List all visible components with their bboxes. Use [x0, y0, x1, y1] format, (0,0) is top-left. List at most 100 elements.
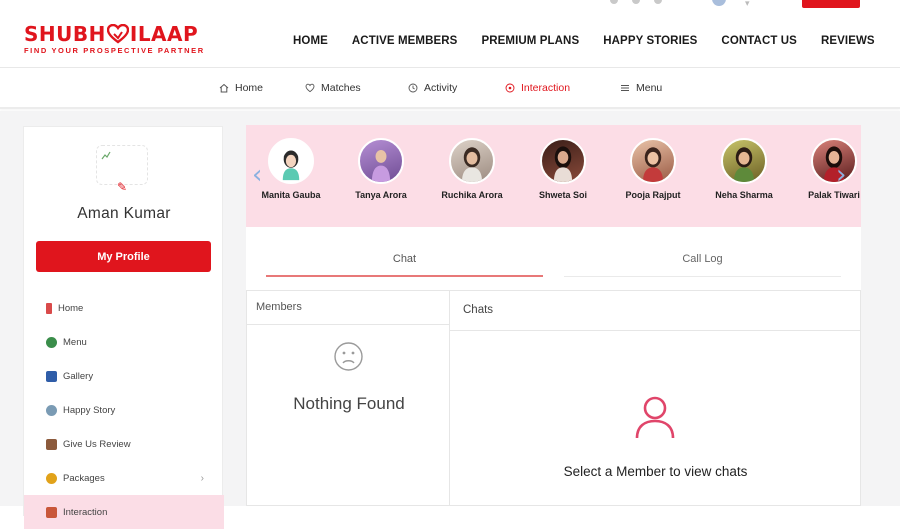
sidebar-item-happy-story[interactable]: Happy Story [24, 393, 224, 427]
secondary-nav: Home Matches Activity Interaction Menu [0, 69, 900, 109]
user-account-icon[interactable] [712, 0, 726, 6]
chats-panel: Chats Select a Member to view chats [450, 290, 861, 506]
member-photo-figure [553, 146, 573, 182]
activity-icon [408, 83, 418, 93]
sidebar-item-label: Home [58, 302, 84, 314]
carousel-member[interactable]: Ruchika Arora [427, 138, 517, 200]
main-header: SHUBH ILAAP FIND YOUR PROSPECTIVE PARTNE… [0, 14, 900, 68]
nav-premium-plans[interactable]: PREMIUM PLANS [481, 35, 579, 47]
nav-happy-stories[interactable]: HAPPY STORIES [603, 35, 697, 47]
social-icon[interactable] [610, 0, 618, 4]
member-avatar-illustration [270, 140, 312, 182]
subnav-label: Menu [636, 82, 663, 94]
subnav-home[interactable]: Home [219, 82, 263, 94]
chat-section: Chat Call Log Members Nothing Found Chat… [246, 227, 861, 506]
empty-chats-text: Select a Member to view chats [563, 464, 748, 479]
sidebar-item-label: Menu [63, 336, 87, 348]
user-name: Aman Kumar [77, 205, 171, 222]
tab-call-log[interactable]: Call Log [564, 241, 841, 277]
carousel-member[interactable]: Palak Tiwari [789, 138, 861, 200]
member-photo [358, 138, 404, 184]
edit-pencil-icon[interactable]: ✎ [117, 180, 127, 194]
sidebar-menu: Home Menu Gallery Happy Story Give Us Re… [24, 291, 224, 529]
subnav-activity[interactable]: Activity [408, 82, 457, 94]
sidebar-item-gallery[interactable]: Gallery [24, 359, 224, 393]
broken-image-icon [101, 151, 111, 160]
member-photo [540, 138, 586, 184]
social-links [610, 0, 662, 4]
nav-contact-us[interactable]: CONTACT US [721, 35, 797, 47]
sidebar-item-label: Give Us Review [63, 438, 131, 450]
top-utility-bar: ▾ [0, 0, 900, 14]
heart-icon [305, 83, 315, 93]
member-name: Shweta Soi [538, 190, 587, 200]
home-icon [46, 302, 52, 314]
brand-name-part2: ILAAP [129, 22, 199, 46]
member-photo [811, 138, 857, 184]
member-name: Tanya Arora [355, 190, 407, 200]
sidebar-item-packages[interactable]: Packages › [24, 461, 224, 495]
member-photo [268, 138, 314, 184]
avatar [96, 145, 148, 185]
subnav-interaction[interactable]: Interaction [505, 82, 570, 94]
members-carousel: ‹ Manita Gauba Tanya Arora Ruchika Arora [246, 125, 861, 227]
member-name: Palak Tiwari [808, 190, 860, 200]
members-panel: Members Nothing Found [246, 290, 450, 506]
my-profile-button[interactable]: My Profile [36, 241, 211, 272]
site-logo[interactable]: SHUBH ILAAP FIND YOUR PROSPECTIVE PARTNE… [24, 24, 205, 55]
sidebar-item-review[interactable]: Give Us Review [24, 427, 224, 461]
nav-active-members[interactable]: ACTIVE MEMBERS [352, 35, 458, 47]
subnav-menu[interactable]: Menu [620, 82, 662, 94]
profile-sidebar: ✎ Aman Kumar My Profile Home Menu Galler… [23, 126, 224, 529]
nav-home[interactable]: HOME [293, 35, 328, 47]
top-action-button[interactable] [802, 0, 860, 8]
carousel-next-arrow[interactable]: › [836, 162, 846, 188]
happy-story-icon [46, 404, 57, 416]
member-photo-figure [461, 147, 483, 182]
chevron-right-icon: › [200, 472, 204, 484]
sidebar-item-label: Packages [63, 472, 105, 484]
sidebar-item-label: Interaction [63, 506, 108, 518]
member-name: Neha Sharma [715, 190, 773, 200]
menu-icon [621, 85, 629, 91]
menu-icon [46, 336, 57, 348]
social-icon[interactable] [654, 0, 662, 4]
tab-chat[interactable]: Chat [266, 241, 543, 277]
carousel-member[interactable]: Tanya Arora [336, 138, 426, 200]
brand-tagline: FIND YOUR PROSPECTIVE PARTNER [24, 46, 205, 55]
gallery-icon [46, 370, 57, 382]
sidebar-item-label: Gallery [63, 370, 94, 382]
social-icon[interactable] [632, 0, 640, 4]
subnav-matches[interactable]: Matches [305, 82, 361, 94]
member-name: Manita Gauba [261, 190, 321, 200]
subnav-label: Activity [424, 82, 458, 94]
carousel-member[interactable]: Manita Gauba [246, 138, 336, 200]
member-photo-figure [642, 147, 664, 182]
user-icon [635, 396, 675, 439]
heart-logo-icon [106, 24, 129, 44]
sidebar-item-menu[interactable]: Menu [24, 325, 224, 359]
sidebar-item-interaction[interactable]: Interaction [24, 495, 224, 529]
subnav-label: Matches [321, 82, 361, 94]
carousel-member[interactable]: Shweta Soi [518, 138, 608, 200]
sidebar-item-label: Happy Story [63, 404, 116, 416]
review-icon [46, 438, 57, 450]
subnav-label: Home [235, 82, 264, 94]
members-header: Members [247, 291, 449, 325]
carousel-member[interactable]: Pooja Rajput [608, 138, 698, 200]
member-photo-figure [733, 147, 755, 182]
carousel-member[interactable]: Neha Sharma [699, 138, 789, 200]
member-photo-figure [823, 146, 845, 182]
home-icon [219, 83, 229, 93]
member-photo [721, 138, 767, 184]
nav-reviews[interactable]: REVIEWS [821, 35, 875, 47]
member-name: Ruchika Arora [441, 190, 503, 200]
sidebar-item-home[interactable]: Home [24, 291, 224, 325]
empty-members-text: Nothing Found [293, 394, 405, 413]
chevron-down-icon[interactable]: ▾ [745, 0, 750, 9]
interaction-icon [505, 83, 515, 93]
packages-icon [46, 472, 57, 484]
sad-face-icon [334, 342, 363, 371]
chat-tabs: Chat Call Log [266, 241, 841, 277]
member-photo [449, 138, 495, 184]
